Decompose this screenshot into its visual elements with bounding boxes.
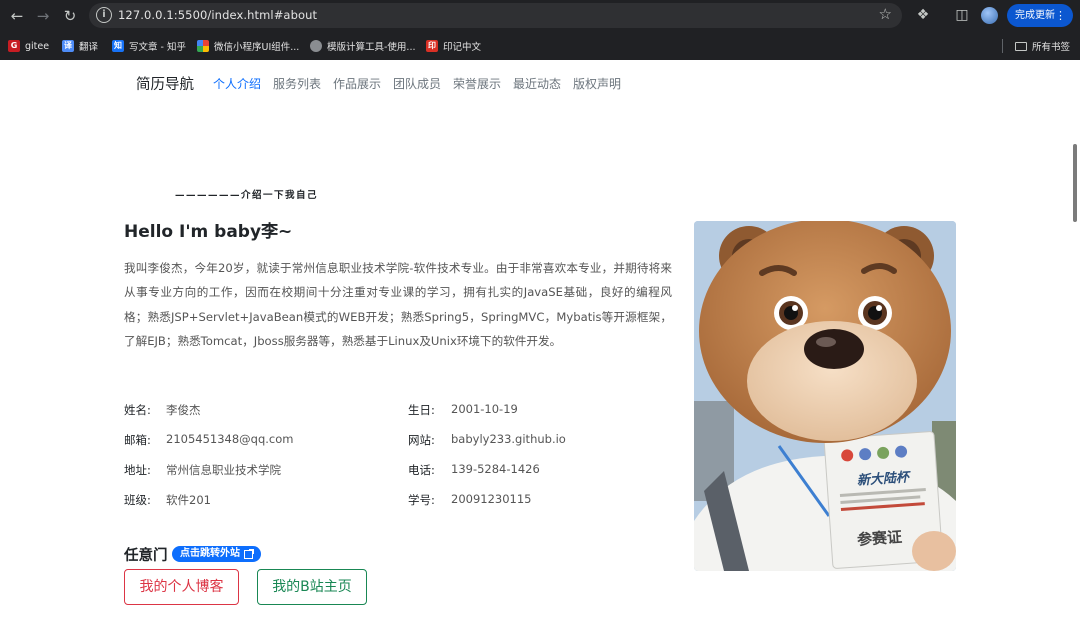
- browser-chrome: ← → ↻ i 127.0.0.1:5500/index.html#about …: [0, 0, 1080, 60]
- profile-photo: 新大陆杯 参赛证: [694, 221, 956, 571]
- nav-link-copyright[interactable]: 版权声明: [573, 75, 621, 92]
- navbar-brand[interactable]: 简历导航: [136, 73, 194, 94]
- page-content: 简历导航 个人介绍 服务列表 作品展示 团队成员 荣誉展示 最近动态 版权声明 …: [0, 60, 1080, 643]
- info-label-birthday: 生日:: [408, 403, 435, 417]
- bookmark-item-gitee[interactable]: G gitee: [8, 38, 49, 54]
- info-label-student-id: 学号:: [408, 493, 435, 507]
- info-value-phone: 139-5284-1426: [451, 462, 540, 476]
- external-link-badge-label: 点击跳转外站: [180, 548, 240, 559]
- yinji-icon: 印: [426, 40, 438, 52]
- nav-link-team[interactable]: 团队成员: [393, 75, 441, 92]
- info-label-email: 邮箱:: [124, 433, 151, 447]
- back-arrow-icon[interactable]: ←: [6, 5, 28, 27]
- bookmark-item-wechat-ui[interactable]: 微信小程序UI组件...: [197, 38, 299, 54]
- reload-icon[interactable]: ↻: [59, 5, 81, 27]
- info-value-class: 软件201: [166, 493, 211, 507]
- external-link-badge: 点击跳转外站: [172, 546, 261, 562]
- bookmark-label: gitee: [25, 40, 50, 52]
- info-value-student-id: 20091230115: [451, 492, 532, 506]
- address-url[interactable]: 127.0.0.1:5500/index.html#about: [118, 8, 317, 22]
- info-value-birthday: 2001-10-19: [451, 402, 518, 416]
- extensions-puzzle-icon[interactable]: ❖: [913, 5, 933, 25]
- info-value-address: 常州信息职业技术学院: [166, 463, 281, 477]
- portal-heading: 任意门: [124, 548, 168, 564]
- bookmarks-bar: G gitee 译 翻译 知 写文章 - 知乎 微信小程序UI组件... 模版计…: [0, 31, 1080, 60]
- bear-avatar-illustration: 新大陆杯 参赛证: [694, 221, 956, 571]
- scrollbar-thumb[interactable]: [1073, 144, 1077, 222]
- bookmark-item-zhihu[interactable]: 知 写文章 - 知乎: [112, 38, 186, 54]
- site-info-icon[interactable]: i: [96, 7, 112, 23]
- info-label-website: 网站:: [408, 433, 435, 447]
- section-subtitle: ——————介绍一下我自己: [175, 190, 319, 201]
- all-bookmarks-label: 所有书签: [1032, 42, 1071, 53]
- blog-button[interactable]: 我的个人博客: [124, 569, 239, 605]
- all-bookmarks-button[interactable]: 所有书签: [1015, 38, 1070, 54]
- bio-paragraph: 我叫李俊杰，今年20岁，就读于常州信息职业技术学院-软件技术专业。由于非常喜欢本…: [124, 261, 672, 348]
- bookmark-item-yinji[interactable]: 印 印记中文: [426, 38, 481, 54]
- folder-icon: [1015, 41, 1027, 51]
- bookmark-item-translate[interactable]: 译 翻译: [62, 38, 98, 54]
- info-label-address: 地址:: [124, 463, 151, 477]
- nav-link-honors[interactable]: 荣誉展示: [453, 75, 501, 92]
- badge-card-text: 参赛证: [856, 528, 902, 549]
- more-menu-icon[interactable]: ⋮: [1055, 4, 1066, 27]
- profile-avatar-icon[interactable]: [981, 7, 998, 24]
- info-label-name: 姓名:: [124, 403, 151, 417]
- browser-toolbar: ← → ↻ i 127.0.0.1:5500/index.html#about …: [0, 0, 1080, 31]
- zhihu-icon: 知: [112, 40, 124, 52]
- bookmark-label: 模版计算工具-使用...: [327, 42, 416, 53]
- bookmark-label: 微信小程序UI组件...: [214, 42, 300, 53]
- external-link-icon: [244, 548, 254, 559]
- info-value-website: babyly233.github.io: [451, 432, 566, 446]
- gitee-icon: G: [8, 40, 20, 52]
- nav-link-portfolio[interactable]: 作品展示: [333, 75, 381, 92]
- page-scrollbar[interactable]: [1070, 60, 1080, 643]
- bilibili-button[interactable]: 我的B站主页: [257, 569, 367, 605]
- update-button-label: 完成更新: [1015, 10, 1055, 21]
- globe-icon: [310, 40, 322, 52]
- bookmark-item-template-tool[interactable]: 模版计算工具-使用...: [310, 38, 416, 54]
- bookmarks-divider: [1002, 39, 1003, 53]
- info-label-class: 班级:: [124, 493, 151, 507]
- bookmark-label: 写文章 - 知乎: [129, 42, 186, 53]
- update-button[interactable]: 完成更新 ⋮: [1007, 4, 1073, 27]
- side-panel-icon[interactable]: ◫: [952, 5, 972, 25]
- bookmark-label: 翻译: [79, 42, 99, 53]
- info-label-phone: 电话:: [408, 463, 435, 477]
- grid-icon: [197, 40, 209, 52]
- translate-icon: 译: [62, 40, 74, 52]
- bookmark-label: 印记中文: [443, 42, 482, 53]
- greeting-heading: Hello I'm baby李~: [124, 222, 293, 242]
- address-bar[interactable]: i 127.0.0.1:5500/index.html#about ☆: [89, 3, 902, 28]
- info-value-email: 2105451348@qq.com: [166, 432, 294, 446]
- nav-link-news[interactable]: 最近动态: [513, 75, 561, 92]
- forward-arrow-icon[interactable]: →: [32, 5, 54, 27]
- info-value-name: 李俊杰: [166, 403, 201, 417]
- nav-link-about[interactable]: 个人介绍: [213, 75, 261, 92]
- nav-link-services[interactable]: 服务列表: [273, 75, 321, 92]
- bookmark-star-icon[interactable]: ☆: [879, 5, 892, 23]
